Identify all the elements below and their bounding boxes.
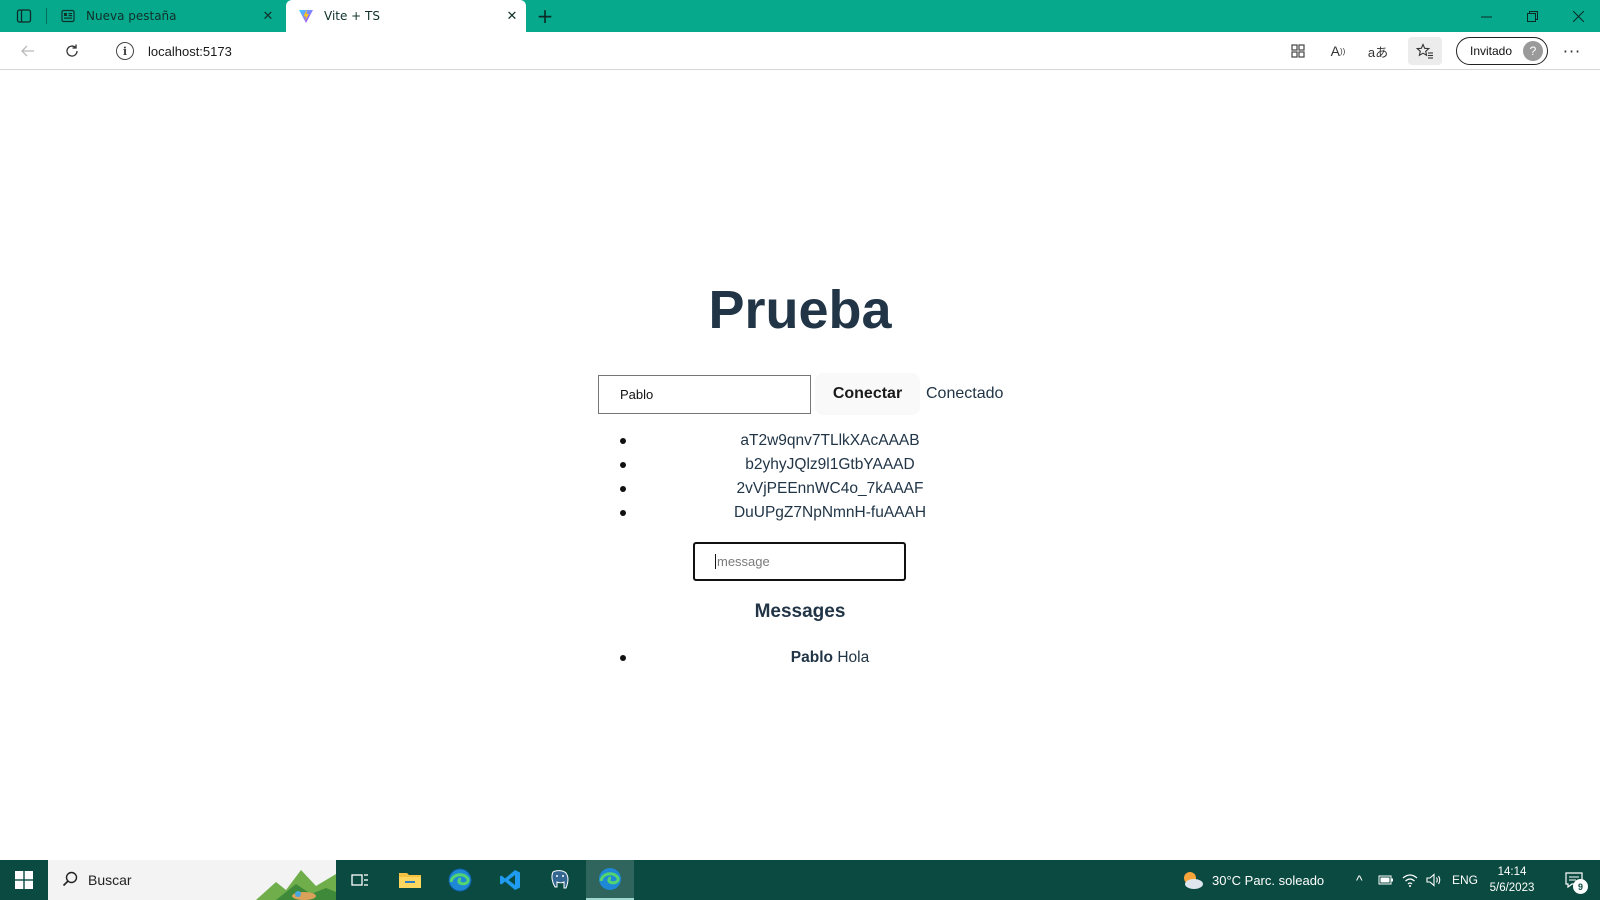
- name-input[interactable]: Pablo: [598, 374, 811, 414]
- browser-title-bar: Nueva pestaña ✕ Vite + TS ✕ +: [0, 0, 1600, 32]
- search-highlight-illustration-icon: [256, 870, 336, 900]
- message-input[interactable]: message: [693, 542, 906, 581]
- vite-logo-icon: [298, 8, 314, 24]
- edge-browser-icon[interactable]: [436, 860, 484, 900]
- url-text[interactable]: localhost:5173: [148, 44, 232, 59]
- weather-text: 30°C Parc. soleado: [1212, 872, 1325, 888]
- new-tab-plus-icon[interactable]: +: [530, 0, 560, 32]
- weather-sun-cloud-icon: [1180, 870, 1204, 890]
- pgadmin-elephant-icon[interactable]: [536, 860, 584, 900]
- file-explorer-icon[interactable]: [386, 860, 434, 900]
- tab-label: Vite + TS: [324, 9, 380, 23]
- close-tab-icon[interactable]: ✕: [498, 9, 526, 24]
- notification-count-badge: 9: [1573, 879, 1588, 894]
- list-item: 2vVjPEEnnWC4o_7kAAAF: [620, 477, 1020, 501]
- profile-button[interactable]: Invitado ?: [1456, 37, 1548, 65]
- show-hidden-icons-chevron-icon[interactable]: ^: [1356, 860, 1363, 900]
- apps-grid-icon[interactable]: [1284, 37, 1312, 65]
- speaker-volume-icon[interactable]: [1426, 860, 1442, 900]
- tab-label: Nueva pestaña: [86, 9, 177, 23]
- list-item: DuUPgZ7NpNmnH-fuAAAH: [620, 501, 1020, 525]
- windows-taskbar: Buscar 30°C Parc. soleado ^ ENG 14:14 5/…: [0, 860, 1600, 900]
- new-tab-page-icon: [60, 8, 76, 24]
- edge-browser-active-icon[interactable]: [586, 860, 634, 900]
- page-title: Prueba: [708, 280, 892, 340]
- site-info-icon[interactable]: i: [116, 42, 134, 60]
- web-page: Prueba Pablo Conectar Conectado aT2w9qnv…: [0, 71, 1600, 861]
- message-text: Hola: [837, 649, 870, 666]
- search-placeholder: Buscar: [88, 872, 132, 888]
- system-clock[interactable]: 14:14 5/6/2023: [1478, 864, 1546, 896]
- tab-nueva-pestana[interactable]: Nueva pestaña ✕: [48, 0, 282, 32]
- connect-row: Pablo Conectar Conectado: [598, 373, 1003, 415]
- close-tab-icon[interactable]: ✕: [254, 9, 282, 24]
- profile-label: Invitado: [1470, 44, 1513, 58]
- tab-separator: [46, 8, 47, 24]
- address-bar[interactable]: i localhost:5173: [100, 35, 1292, 67]
- search-icon: [62, 871, 78, 890]
- list-item: aT2w9qnv7TLlkXAcAAAB: [620, 429, 1020, 453]
- browser-toolbar: i localhost:5173 A)) aあ Invitado ? ···: [0, 32, 1600, 70]
- message-list: Pablo Hola: [620, 646, 1020, 670]
- vscode-icon[interactable]: [486, 860, 534, 900]
- notifications-icon[interactable]: 9: [1554, 860, 1594, 900]
- tab-vite-ts[interactable]: Vite + TS ✕: [286, 0, 526, 32]
- text-caret: [715, 554, 716, 569]
- tab-actions-icon[interactable]: [8, 0, 40, 32]
- restore-icon[interactable]: [1512, 0, 1552, 32]
- client-id-list: aT2w9qnv7TLlkXAcAAAB b2yhyJQlz9l1GtbYAAA…: [620, 429, 1020, 525]
- windows-start-icon[interactable]: [0, 860, 48, 900]
- translate-icon[interactable]: aあ: [1364, 37, 1392, 65]
- battery-icon[interactable]: [1378, 860, 1394, 900]
- reload-icon[interactable]: [58, 37, 86, 65]
- minimize-icon[interactable]: [1466, 0, 1506, 32]
- connect-button[interactable]: Conectar: [815, 373, 920, 415]
- connection-status: Conectado: [926, 385, 1004, 402]
- read-aloud-icon[interactable]: A)): [1324, 37, 1352, 65]
- clock-time: 14:14: [1497, 866, 1527, 878]
- task-view-icon[interactable]: [336, 860, 384, 900]
- wifi-icon[interactable]: [1402, 860, 1418, 900]
- list-item: Pablo Hola: [620, 646, 1020, 670]
- message-placeholder: message: [717, 554, 770, 569]
- guest-avatar-icon: ?: [1523, 41, 1543, 61]
- weather-widget[interactable]: 30°C Parc. soleado: [1180, 860, 1324, 900]
- back-arrow-icon[interactable]: [14, 37, 42, 65]
- favorites-icon[interactable]: [1408, 37, 1442, 65]
- message-author: Pablo: [790, 649, 833, 666]
- clock-date: 5/6/2023: [1489, 882, 1535, 894]
- list-item: b2yhyJQlz9l1GtbYAAAD: [620, 453, 1020, 477]
- messages-heading: Messages: [754, 601, 846, 622]
- more-menu-icon[interactable]: ···: [1558, 37, 1586, 65]
- close-window-icon[interactable]: [1558, 0, 1598, 32]
- taskbar-search[interactable]: Buscar: [48, 860, 336, 900]
- input-language[interactable]: ENG: [1452, 860, 1478, 900]
